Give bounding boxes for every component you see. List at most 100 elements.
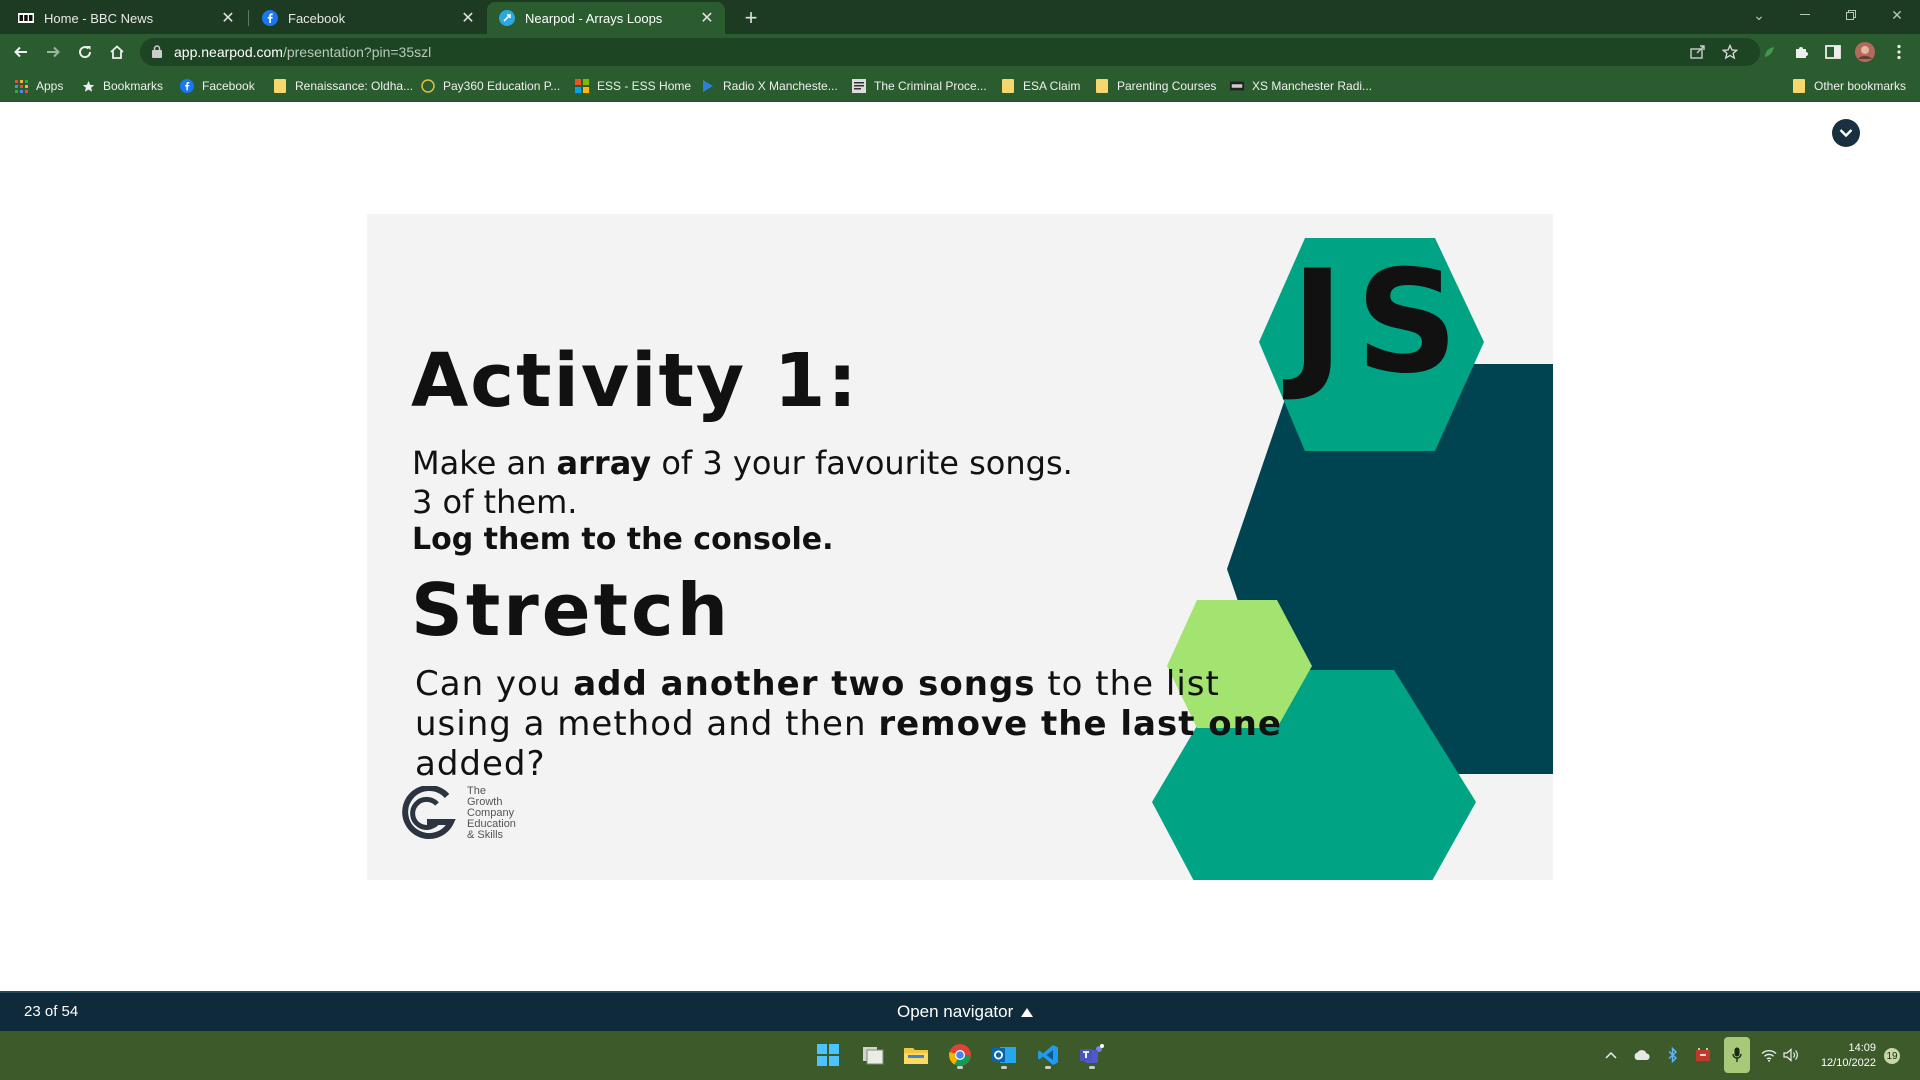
bookmark-parenting-courses[interactable]: Parenting Courses [1095, 77, 1216, 95]
stretch-heading: Stretch [411, 568, 731, 652]
forward-icon[interactable] [40, 39, 66, 65]
back-icon[interactable] [8, 39, 34, 65]
minimize-icon[interactable] [1782, 0, 1828, 30]
bookmark-renaissance[interactable]: Renaissance: Oldha... [273, 77, 413, 95]
running-indicator [1001, 1066, 1007, 1069]
tab-title: Nearpod - Arrays Loops [525, 10, 663, 26]
bluetooth-icon[interactable] [1663, 1045, 1683, 1065]
vscode-taskbar-button[interactable] [1032, 1039, 1064, 1071]
star-icon [81, 79, 95, 93]
nearpod-presentation-page: JS Activity 1: Make an array of 3 your f… [0, 103, 1920, 991]
new-tab-button[interactable]: + [737, 4, 765, 32]
bookmark-criminal-procedure[interactable]: The Criminal Proce... [852, 77, 987, 95]
bookmarks-bar: Apps Bookmarks Facebook Renaissance: Old… [0, 70, 1920, 102]
vscode-icon [1038, 1045, 1058, 1065]
address-bar[interactable]: app.nearpod.com/presentation?pin=35szl [140, 38, 1760, 66]
task-view-button[interactable] [857, 1039, 889, 1071]
microphone-in-use-icon[interactable] [1724, 1037, 1750, 1073]
windows-icon [817, 1044, 839, 1066]
bookmark-label: Other bookmarks [1814, 79, 1907, 93]
bookmark-facebook[interactable]: Facebook [180, 77, 255, 95]
restore-icon[interactable] [1828, 0, 1874, 30]
teams-icon [1080, 1044, 1104, 1063]
collapse-header-button[interactable] [1832, 119, 1860, 147]
chrome-taskbar-button[interactable] [944, 1039, 976, 1071]
reload-icon[interactable] [72, 39, 98, 65]
close-tab-icon[interactable]: ✕ [458, 8, 478, 28]
folder-icon [1095, 79, 1109, 93]
folder-icon [273, 79, 287, 93]
bookmark-label: ESA Claim [1023, 79, 1081, 93]
bookmark-esa-claim[interactable]: ESA Claim [1001, 77, 1080, 95]
bookmark-star-icon[interactable] [1720, 42, 1740, 62]
bookmark-label: Parenting Courses [1117, 79, 1217, 93]
logo-line: & Skills [467, 829, 504, 841]
browser-toolbar: app.nearpod.com/presentation?pin=35szl [0, 34, 1920, 70]
text-run: using a method and then [415, 704, 879, 744]
extension-leaf-icon[interactable] [1756, 39, 1782, 65]
instruction-line-1: Make an array of 3 your favourite songs. [412, 444, 1073, 482]
side-panel-icon[interactable] [1820, 39, 1846, 65]
tab-separator [248, 10, 249, 26]
clock-time: 14:09 [1848, 1042, 1876, 1054]
text-run: Can you [415, 664, 574, 704]
volume-icon[interactable] [1780, 1045, 1802, 1065]
stretch-line-3: added? [415, 744, 546, 784]
teams-taskbar-button[interactable] [1076, 1039, 1108, 1071]
lock-icon[interactable] [152, 45, 162, 63]
wifi-icon[interactable] [1758, 1045, 1780, 1065]
tab-search-icon[interactable]: ⌄ [1736, 0, 1782, 30]
slide-counter: 23 of 54 [24, 1003, 79, 1020]
profile-avatar[interactable] [1852, 39, 1878, 65]
close-window-icon[interactable]: ✕ [1874, 0, 1920, 30]
share-icon[interactable] [1688, 42, 1708, 62]
running-indicator [1089, 1066, 1095, 1069]
onedrive-cloud-icon[interactable] [1631, 1045, 1653, 1065]
bbc-icon [18, 10, 34, 26]
menu-kebab-icon[interactable] [1886, 39, 1912, 65]
url-text: app.nearpod.com/presentation?pin=35szl [174, 44, 431, 60]
tab-nearpod[interactable]: Nearpod - Arrays Loops ✕ [487, 2, 725, 34]
growth-company-g-icon [402, 786, 456, 840]
close-tab-icon[interactable]: ✕ [218, 8, 238, 28]
chevron-down-icon [1839, 129, 1853, 138]
bookmark-label: ESS - ESS Home [597, 79, 692, 93]
bookmark-apps[interactable]: Apps [14, 77, 63, 95]
radio-icon [701, 79, 715, 93]
doc-icon [852, 79, 866, 93]
windows-taskbar: 14:09 12/10/2022 19 [0, 1031, 1920, 1080]
home-icon[interactable] [104, 39, 130, 65]
outlook-taskbar-button[interactable] [988, 1039, 1020, 1071]
bookmark-bookmarks[interactable]: Bookmarks [81, 77, 163, 95]
folder-icon [904, 1048, 928, 1064]
text-run: to the list [1035, 664, 1220, 704]
text-run-bold: add another two songs [573, 664, 1036, 704]
extensions-puzzle-icon[interactable] [1788, 39, 1814, 65]
slide-title: Activity 1: [411, 338, 859, 424]
bookmark-radio-x[interactable]: Radio X Mancheste... [701, 77, 838, 95]
bookmark-ess-home[interactable]: ESS - ESS Home [575, 77, 691, 95]
system-clock[interactable]: 14:09 12/10/2022 [1806, 1041, 1876, 1071]
open-navigator-button[interactable]: Open navigator [897, 1002, 1034, 1022]
tab-bbc-news[interactable]: Home - BBC News ✕ [6, 2, 246, 34]
bookmark-other-bookmarks[interactable]: Other bookmarks [1792, 77, 1906, 95]
app-tray-icon[interactable] [1693, 1045, 1713, 1065]
close-tab-icon[interactable]: ✕ [697, 8, 717, 28]
facebook-icon [180, 79, 194, 93]
file-explorer-button[interactable] [900, 1039, 932, 1071]
tab-facebook[interactable]: Facebook ✕ [250, 2, 486, 34]
text-run-bold: array [556, 444, 652, 482]
show-hidden-icons-chevron-up-icon[interactable] [1601, 1045, 1621, 1065]
nearpod-navigation-bar: 23 of 54 Open navigator [0, 991, 1920, 1031]
stretch-line-1: Can you add another two songs to the lis… [415, 664, 1220, 704]
folder-icon [1001, 79, 1015, 93]
notification-badge[interactable]: 19 [1884, 1048, 1900, 1064]
caret-up-icon [1021, 1007, 1034, 1017]
tab-strip: Home - BBC News ✕ Facebook ✕ Nearpod - A… [0, 0, 1920, 34]
bookmark-label: Apps [36, 79, 64, 93]
bookmark-pay360[interactable]: Pay360 Education P... [421, 77, 560, 95]
tab-title: Home - BBC News [44, 10, 154, 26]
bookmark-xs-manchester[interactable]: XS Manchester Radi... [1230, 77, 1372, 95]
start-button[interactable] [812, 1039, 844, 1071]
url-host: app.nearpod.com [174, 44, 283, 60]
